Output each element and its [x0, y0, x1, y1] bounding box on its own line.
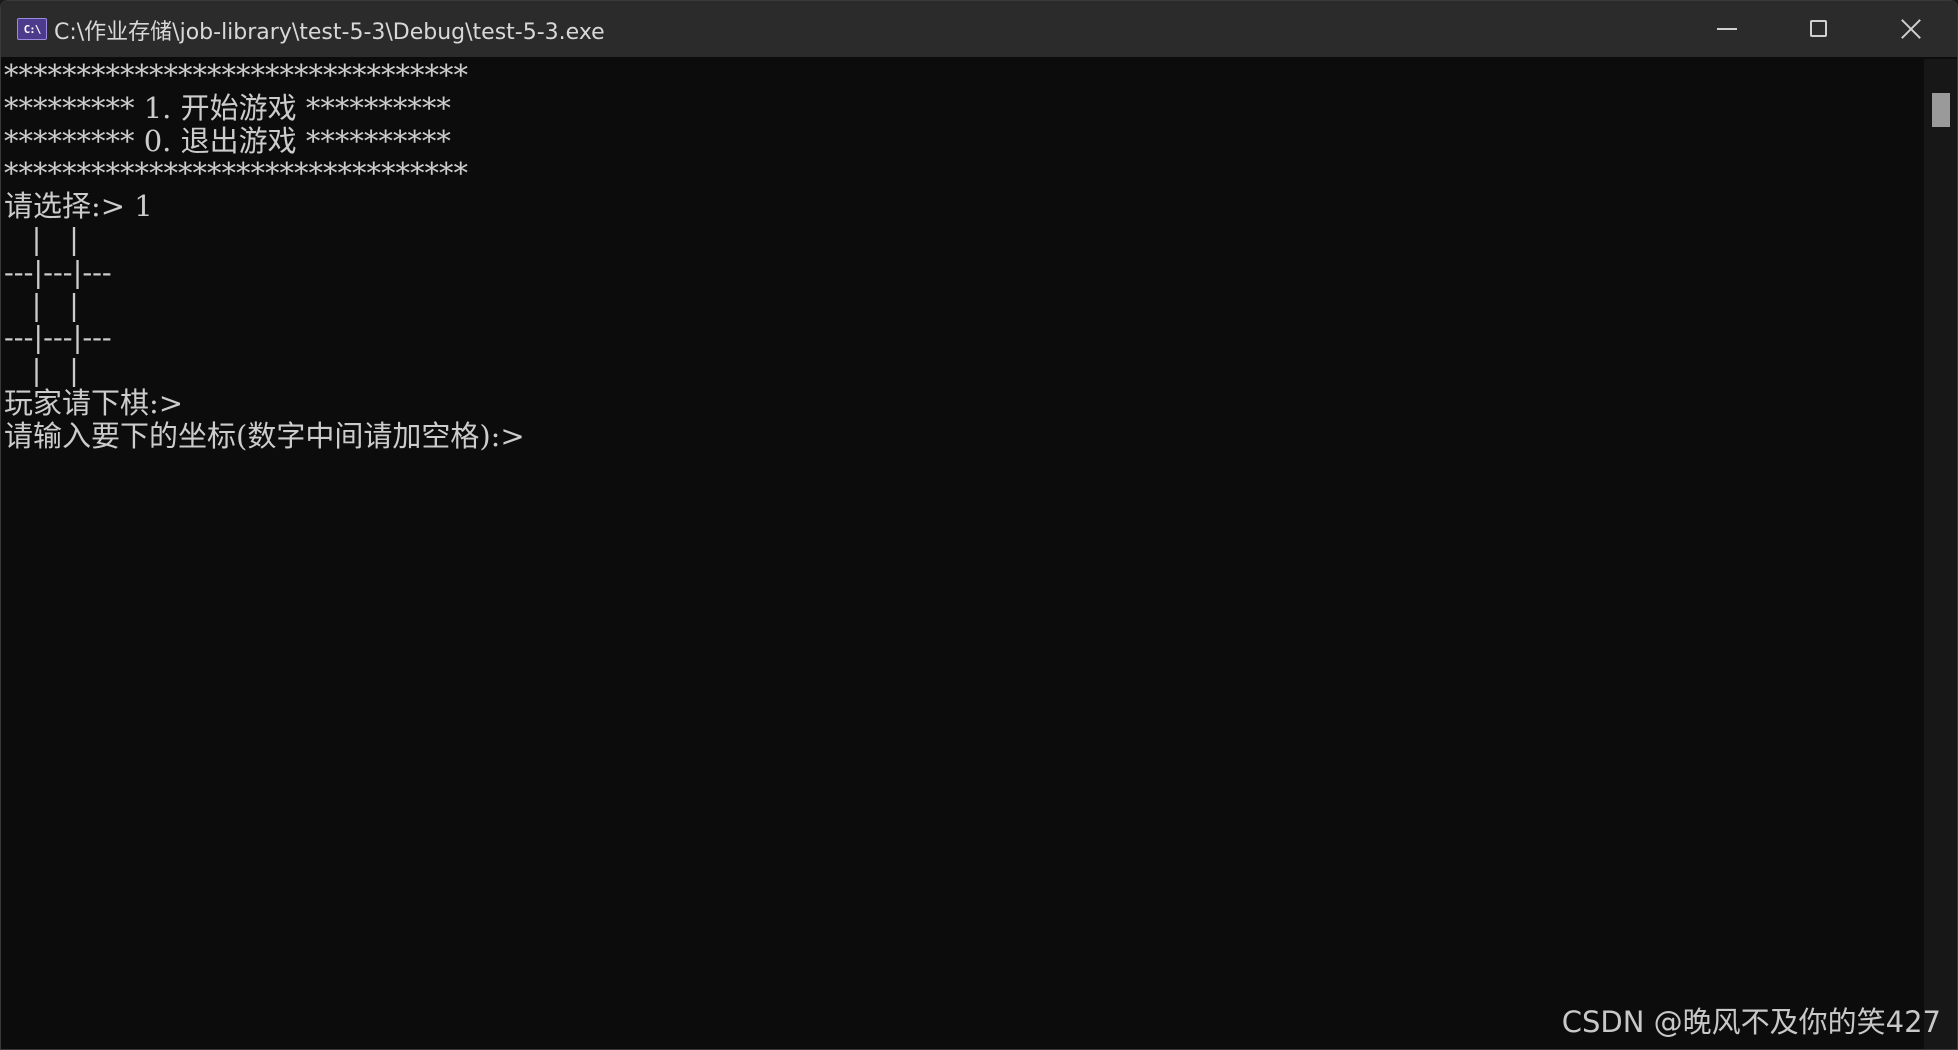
console-line: ---|---|--- — [4, 320, 112, 355]
console-line: ********* 1. 开始游戏 ********** — [4, 90, 451, 125]
scrollbar-thumb[interactable] — [1932, 93, 1950, 127]
close-button[interactable] — [1864, 1, 1956, 57]
console-line: | | — [4, 287, 79, 322]
maximize-icon — [1810, 20, 1827, 37]
console-line: 请选择:> 1 — [4, 189, 153, 224]
console-app-icon[interactable]: C:\ — [17, 18, 47, 40]
console-line: ******************************** — [4, 156, 468, 191]
vertical-scrollbar[interactable] — [1924, 59, 1957, 1049]
window-title: C:\作业存储\job-library\test-5-3\Debug\test-… — [54, 20, 605, 45]
minimize-icon — [1717, 28, 1737, 30]
watermark: CSDN @晚风不及你的笑427 — [1561, 1005, 1941, 1039]
close-icon — [1900, 18, 1922, 40]
maximize-button[interactable] — [1772, 1, 1864, 57]
console-line: | | — [4, 221, 79, 256]
minimize-button[interactable] — [1681, 1, 1773, 57]
title-bar[interactable]: C:\ C:\作业存储\job-library\test-5-3\Debug\t… — [1, 1, 1957, 57]
console-line: ---|---|--- — [4, 254, 112, 289]
console-window: C:\ C:\作业存储\job-library\test-5-3\Debug\t… — [0, 0, 1958, 1050]
console-line: | | — [4, 353, 79, 388]
console-line: 玩家请下棋:> — [4, 385, 184, 420]
console-line: ********* 0. 退出游戏 ********** — [4, 123, 451, 158]
console-line: ******************************** — [4, 59, 468, 92]
app-icon-label: C:\ — [23, 22, 42, 36]
console-line: 请输入要下的坐标(数字中间请加空格):> — [4, 418, 525, 453]
console-output[interactable]: ******************************** *******… — [4, 59, 1920, 1044]
